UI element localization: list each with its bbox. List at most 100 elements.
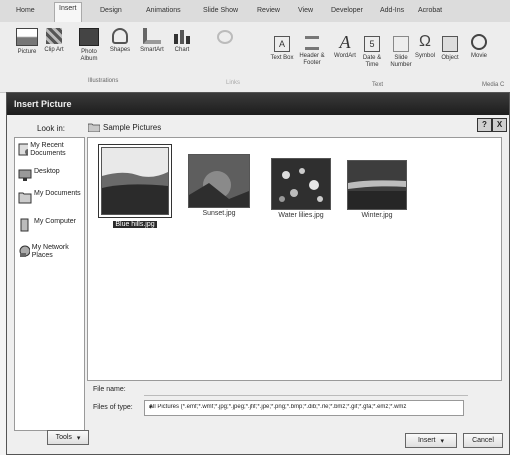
smartart-icon: [143, 28, 161, 44]
dialog-title-bar[interactable]: Insert Picture: [7, 93, 509, 115]
tab-view[interactable]: View: [294, 5, 317, 16]
tab-review[interactable]: Review: [253, 5, 284, 16]
thumbnail-sunset: [188, 154, 250, 208]
thumbnail-blue-hills: [101, 147, 169, 215]
place-my-recent-documents[interactable]: My Recent Documents: [18, 142, 82, 158]
file-name-field-label: File name:: [93, 386, 126, 393]
wordart-button[interactable]: A WordArt: [330, 32, 360, 60]
symbol-button[interactable]: Ω Symbol: [414, 34, 436, 60]
place-my-network-places[interactable]: My Network Places: [18, 244, 82, 260]
tools-label: Tools: [55, 434, 72, 441]
network-places-icon: [19, 245, 30, 257]
hyperlink-icon: [217, 30, 233, 44]
chart-label: Chart: [174, 47, 190, 53]
tab-acrobat[interactable]: Acrobat: [414, 5, 446, 16]
header-footer-label: Header & Footer: [299, 53, 325, 66]
smartart-button[interactable]: SmartArt: [136, 28, 168, 54]
chart-icon: [174, 30, 190, 44]
group-media-label: Media C: [482, 82, 505, 88]
file-name-input[interactable]: [144, 383, 468, 396]
symbol-icon: Ω: [419, 33, 431, 50]
tools-button[interactable]: Tools ▾: [47, 430, 89, 445]
clip-art-button[interactable]: Clip Art: [44, 28, 64, 54]
object-icon: [442, 36, 458, 52]
files-of-type-label: Files of type:: [93, 404, 133, 411]
look-in-dropdown[interactable]: Sample Pictures: [87, 121, 447, 135]
text-box-icon: A: [274, 36, 290, 52]
look-in-value: Sample Pictures: [103, 123, 162, 132]
clip-art-label: Clip Art: [44, 47, 64, 53]
thumbnail-winter: [347, 160, 407, 210]
object-button[interactable]: Object: [438, 36, 462, 62]
group-text-label: Text: [372, 82, 384, 88]
look-in-label: Look in:: [37, 124, 66, 133]
my-documents-icon: [18, 192, 32, 204]
smartart-label: SmartArt: [140, 47, 164, 53]
tab-home[interactable]: Home: [12, 5, 39, 16]
place-desktop[interactable]: Desktop: [18, 168, 82, 182]
slide-number-label: Slide Number: [390, 55, 412, 68]
movie-label: Movie: [470, 53, 487, 59]
places-bar: My Recent Documents Desktop My Documents…: [14, 137, 85, 431]
text-box-label: Text Box: [270, 55, 294, 61]
chevron-down-icon: ▾: [76, 434, 81, 442]
place-label: My Computer: [34, 218, 77, 225]
wordart-icon: A: [339, 32, 351, 52]
thumbnail-water-lilies: [271, 158, 331, 210]
slide-number-button[interactable]: Slide Number: [386, 36, 416, 69]
cancel-button[interactable]: Cancel: [463, 433, 503, 448]
links-area: [210, 30, 240, 47]
chart-button[interactable]: Chart: [170, 28, 194, 54]
place-label: My Documents: [34, 190, 81, 197]
shapes-label: Shapes: [109, 47, 131, 53]
file-item-winter[interactable]: Winter.jpg: [344, 160, 410, 219]
tab-developer[interactable]: Developer: [327, 5, 367, 16]
wordart-label: WordArt: [334, 53, 356, 59]
picture-label: Picture: [17, 49, 37, 55]
movie-button[interactable]: Movie: [466, 34, 492, 60]
tab-slide-show[interactable]: Slide Show: [199, 5, 242, 16]
file-item-sunset[interactable]: Sunset.jpg: [186, 154, 252, 217]
photo-album-label: Photo Album: [80, 49, 98, 62]
photo-album-icon: [79, 28, 99, 46]
insert-label: Insert: [417, 437, 436, 444]
tab-add-ins[interactable]: Add-Ins: [376, 5, 408, 16]
picture-button[interactable]: Picture: [12, 28, 42, 56]
photo-album-button[interactable]: Photo Album: [76, 28, 102, 63]
folder-icon: [88, 123, 100, 132]
dialog-title: Insert Picture: [14, 99, 72, 109]
file-name-label: Sunset.jpg: [202, 210, 236, 217]
insert-button[interactable]: Insert ▾: [405, 433, 457, 448]
symbol-label: Symbol: [414, 53, 435, 59]
files-of-type-select[interactable]: All Pictures (*.emf;*.wmf;*.jpg;*.jpeg;*…: [144, 400, 464, 416]
place-my-computer[interactable]: My Computer: [18, 218, 82, 232]
close-button[interactable]: X: [492, 118, 507, 132]
place-label: Desktop: [34, 168, 60, 175]
object-label: Object: [441, 55, 459, 61]
ribbon-tab-bar: Home Insert Design Animations Slide Show…: [0, 0, 510, 22]
movie-icon: [471, 34, 487, 50]
tab-insert[interactable]: Insert: [54, 2, 82, 22]
place-my-documents[interactable]: My Documents: [18, 190, 82, 204]
chevron-down-icon: ▾: [149, 404, 153, 411]
recent-documents-icon: [18, 143, 29, 156]
cancel-label: Cancel: [472, 437, 494, 444]
file-list[interactable]: Blue hills.jpg Sunset.jpg Water lilies.j…: [87, 137, 502, 381]
help-button[interactable]: ?: [477, 118, 492, 132]
date-time-label: Date & Time: [362, 55, 382, 68]
header-footer-button[interactable]: Header & Footer: [296, 36, 328, 67]
place-label: My Recent Documents: [30, 142, 66, 157]
date-time-icon: 5: [364, 36, 380, 52]
shapes-button[interactable]: Shapes: [106, 28, 134, 54]
desktop-icon: [18, 169, 32, 181]
date-time-button[interactable]: 5 Date & Time: [358, 36, 386, 69]
chevron-down-icon: ▾: [440, 437, 445, 445]
file-item-blue-hills[interactable]: Blue hills.jpg: [98, 144, 172, 228]
shapes-icon: [112, 28, 128, 44]
tab-animations[interactable]: Animations: [142, 5, 185, 16]
file-item-water-lilies[interactable]: Water lilies.jpg: [266, 158, 336, 219]
text-box-button[interactable]: A Text Box: [270, 36, 294, 62]
tab-design[interactable]: Design: [96, 5, 126, 16]
file-name-label: Blue hills.jpg: [113, 221, 157, 228]
header-footer-icon: [305, 36, 319, 50]
